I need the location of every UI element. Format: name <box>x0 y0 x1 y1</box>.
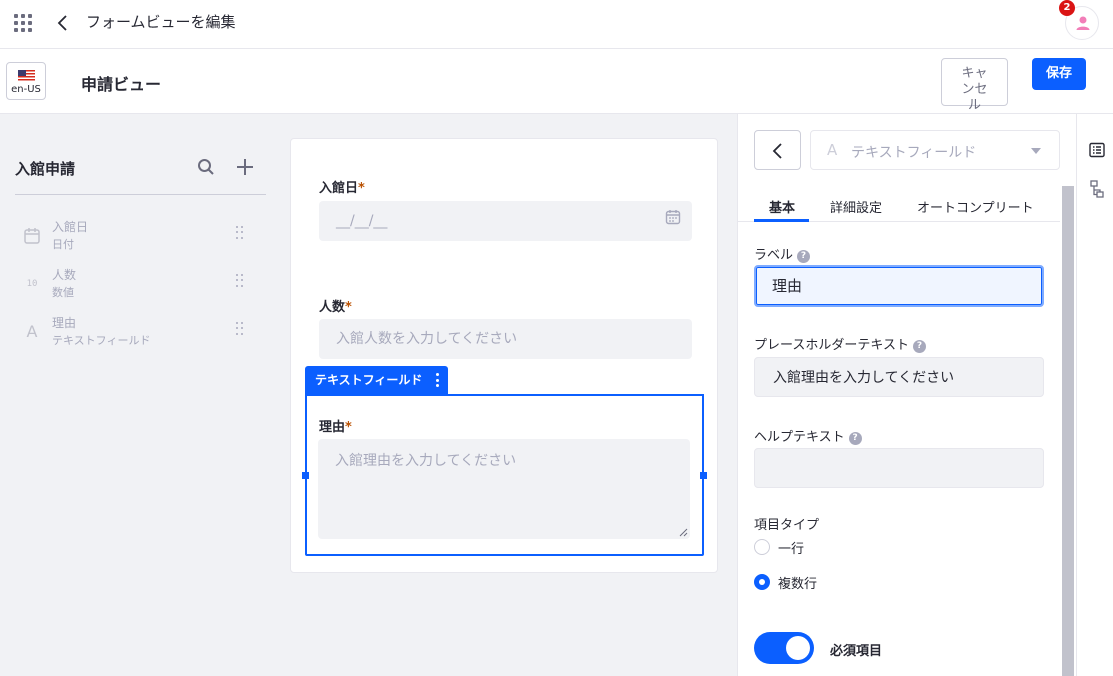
count-field-label: 人数* <box>319 296 352 315</box>
count-input[interactable]: 入館人数を入力してください <box>319 319 692 359</box>
field-type-select[interactable]: A テキストフィールド <box>810 130 1060 170</box>
locale-button[interactable]: en-US <box>6 62 46 100</box>
drag-handle-icon[interactable] <box>236 226 244 240</box>
text-icon: A <box>827 141 838 159</box>
search-icon[interactable] <box>197 158 215 176</box>
properties-tabs: 基本 詳細設定 オートコンプリート <box>738 186 1060 222</box>
field-name: 入館日 <box>52 220 89 234</box>
field-name: 人数 <box>52 268 77 282</box>
required-mark: * <box>358 181 365 196</box>
field-sidebar: 入館申請 入館日 日付 10 人数 数値 A 理由 テキストフィールド <box>0 114 280 676</box>
cancel-button[interactable]: キャンセル <box>941 58 1008 113</box>
selected-field-tag-label: テキストフィールド <box>315 373 423 387</box>
resize-handle-left[interactable] <box>302 472 309 479</box>
save-button[interactable]: 保存 <box>1032 58 1086 90</box>
properties-panel: A テキストフィールド 基本 詳細設定 オートコンプリート ラベル? 理由 プレ… <box>737 114 1076 676</box>
calendar-icon <box>24 228 40 244</box>
us-flag-icon <box>18 70 35 81</box>
form-title: 入館申請 <box>15 160 76 178</box>
field-type-value: テキストフィールド <box>851 145 977 161</box>
form-canvas: 入館日* __/__/__ 人数* 入館人数を入力してください テキストフィール… <box>290 138 718 573</box>
active-tab-indicator <box>754 219 809 222</box>
locale-label: en-US <box>11 84 41 95</box>
required-toggle[interactable] <box>754 632 814 664</box>
drag-handle-icon[interactable] <box>236 274 244 288</box>
sidebar-field-count[interactable]: 10 人数 数値 <box>20 264 250 304</box>
plus-icon[interactable] <box>235 157 255 177</box>
required-mark: * <box>345 300 352 315</box>
required-mark: * <box>345 420 352 435</box>
apps-icon[interactable] <box>14 14 32 32</box>
field-name: 理由 <box>52 316 77 330</box>
help-icon[interactable]: ? <box>912 340 926 353</box>
cancel-button-label: キャンセル <box>961 66 988 113</box>
user-icon <box>1076 16 1090 30</box>
sidebar-divider <box>15 194 266 195</box>
number-icon: 10 <box>26 279 38 289</box>
page-title: フォームビューを編集 <box>86 13 236 31</box>
field-type: 数値 <box>52 286 74 299</box>
sidebar-field-reason[interactable]: A 理由 テキストフィールド <box>20 312 250 352</box>
text-icon: A <box>26 322 38 341</box>
radio-multi-line[interactable] <box>754 574 770 590</box>
help-text-title: ヘルプテキスト? <box>754 426 862 445</box>
view-header: en-US 申請ビュー キャンセル 保存 <box>0 49 1113 114</box>
scrollbar-thumb[interactable] <box>1062 186 1074 676</box>
count-label-text: 人数 <box>319 300 346 315</box>
resize-handle-right[interactable] <box>700 472 707 479</box>
rules-icon[interactable] <box>1089 180 1105 198</box>
help-text-title-text: ヘルプテキスト <box>754 430 845 445</box>
field-type: 日付 <box>52 238 74 251</box>
tab-basic[interactable]: 基本 <box>769 197 795 216</box>
item-type-title: 項目タイプ <box>754 518 820 533</box>
back-icon[interactable] <box>55 12 71 34</box>
help-text-input[interactable] <box>754 448 1044 488</box>
label-title-text: ラベル <box>754 248 794 263</box>
tab-advanced[interactable]: 詳細設定 <box>830 197 882 216</box>
tab-autocomplete[interactable]: オートコンプリート <box>917 197 1034 216</box>
radio-multi-line-label: 複数行 <box>778 577 818 592</box>
placeholder-input[interactable]: 入館理由を入力してください <box>754 357 1044 397</box>
reason-label-text: 理由 <box>319 420 346 435</box>
radio-single-line-label: 一行 <box>778 542 805 557</box>
date-field-label: 入館日* <box>319 177 365 196</box>
radio-single-line[interactable] <box>754 539 770 555</box>
side-rail <box>1076 114 1113 676</box>
drag-handle-icon[interactable] <box>236 322 244 336</box>
caret-down-icon <box>1031 148 1041 154</box>
view-title: 申請ビュー <box>81 75 162 94</box>
field-type: テキストフィールド <box>52 334 151 347</box>
more-options-icon[interactable] <box>436 373 440 387</box>
help-icon[interactable]: ? <box>797 250 811 263</box>
sidebar-field-date[interactable]: 入館日 日付 <box>20 216 250 256</box>
selected-field-tag[interactable]: テキストフィールド <box>305 366 449 394</box>
top-bar: フォームビューを編集 2 <box>0 0 1113 49</box>
notification-badge[interactable]: 2 <box>1059 0 1075 16</box>
label-input[interactable]: 理由 <box>754 265 1044 307</box>
calendar-icon[interactable] <box>665 209 681 225</box>
back-icon <box>772 143 782 159</box>
placeholder-title-text: プレースホルダーテキスト <box>754 338 909 353</box>
reason-field-label: 理由* <box>319 416 352 435</box>
placeholder-title: プレースホルダーテキスト? <box>754 334 926 353</box>
reason-textarea[interactable]: 入館理由を入力してください <box>318 439 690 539</box>
label-title: ラベル? <box>754 244 811 263</box>
properties-back-button[interactable] <box>754 130 801 170</box>
date-label-text: 入館日 <box>319 181 359 196</box>
date-input[interactable]: __/__/__ <box>319 201 692 241</box>
textarea-resize-icon[interactable] <box>679 528 688 537</box>
required-toggle-label: 必須項目 <box>830 644 883 659</box>
properties-scrollbar[interactable] <box>1062 186 1074 676</box>
help-icon[interactable]: ? <box>848 432 862 445</box>
list-icon[interactable] <box>1089 142 1105 158</box>
